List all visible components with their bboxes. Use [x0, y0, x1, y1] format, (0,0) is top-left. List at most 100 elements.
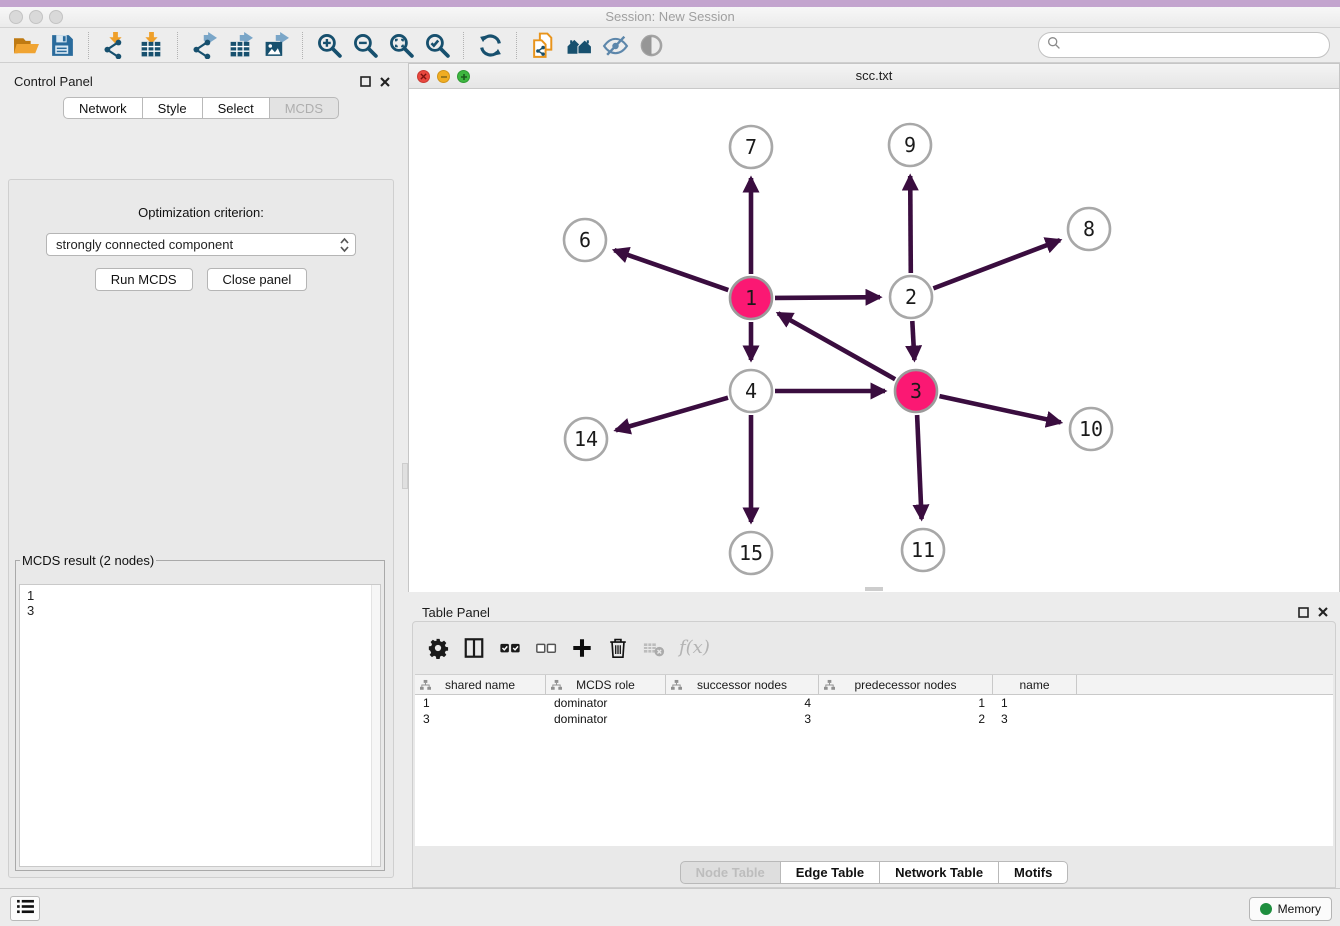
zoom-out-icon[interactable] [347, 30, 383, 60]
task-history-button[interactable] [10, 896, 40, 921]
column-header-shared-name[interactable]: shared name [415, 675, 546, 694]
split-panel-icon[interactable] [463, 637, 485, 659]
run-mcds-button[interactable]: Run MCDS [95, 268, 193, 291]
cell-successor-nodes[interactable]: 3 [666, 712, 819, 726]
network-edge-2-3[interactable] [912, 321, 914, 360]
network-node-3[interactable]: 3 [895, 370, 937, 412]
memory-button[interactable]: Memory [1249, 897, 1332, 921]
clone-network-icon[interactable] [525, 30, 561, 60]
import-table-icon[interactable] [133, 30, 169, 60]
control-tab-select[interactable]: Select [203, 97, 270, 119]
control-panel: Control Panel NetworkStyleSelectMCDS Opt… [0, 63, 402, 888]
criterion-dropdown-value: strongly connected component [56, 237, 233, 252]
network-node-6[interactable]: 6 [564, 219, 606, 261]
cell-name[interactable]: 1 [993, 696, 1077, 710]
search-icon [1047, 36, 1061, 55]
deselect-all-icon[interactable] [535, 637, 557, 659]
float-panel-icon[interactable] [360, 76, 371, 87]
node-table-rows: 1dominator4113dominator323 [415, 695, 1333, 727]
network-node-8[interactable]: 8 [1068, 208, 1110, 250]
criterion-dropdown[interactable]: strongly connected component [46, 233, 356, 256]
column-header-successor-nodes[interactable]: successor nodes [666, 675, 819, 694]
network-view-window: scc.txt 7 9 6 8 1 2 4 3 14 10 15 11 [408, 63, 1340, 592]
float-table-panel-icon[interactable] [1298, 607, 1309, 618]
table-tab-network-table[interactable]: Network Table [880, 861, 999, 884]
network-edge-1-6[interactable] [614, 250, 728, 290]
network-node-9[interactable]: 9 [889, 124, 931, 166]
select-all-icon[interactable] [499, 637, 521, 659]
export-table-icon[interactable] [222, 30, 258, 60]
toolbar-buttons [8, 30, 669, 60]
network-node-11[interactable]: 11 [902, 529, 944, 571]
delete-table-icon [643, 637, 665, 659]
svg-text:4: 4 [745, 379, 757, 403]
cell-name[interactable]: 3 [993, 712, 1077, 726]
network-node-15[interactable]: 15 [730, 532, 772, 574]
control-panel-header: Control Panel [0, 63, 402, 91]
network-node-7[interactable]: 7 [730, 126, 772, 168]
network-edge-3-11[interactable] [917, 415, 922, 519]
column-header-name[interactable]: name [993, 675, 1077, 694]
cell-mcds-role[interactable]: dominator [546, 696, 666, 710]
table-row[interactable]: 1dominator411 [415, 695, 1333, 711]
network-edge-3-1[interactable] [778, 313, 895, 379]
table-tab-motifs[interactable]: Motifs [999, 861, 1068, 884]
network-edge-1-2[interactable] [775, 297, 880, 298]
network-edge-3-10[interactable] [940, 396, 1061, 422]
network-node-14[interactable]: 14 [565, 418, 607, 460]
table-row[interactable]: 3dominator323 [415, 711, 1333, 727]
save-session-icon[interactable] [44, 30, 80, 60]
network-node-1[interactable]: 1 [730, 277, 772, 319]
svg-text:3: 3 [910, 379, 922, 403]
network-window-titlebar[interactable]: scc.txt [409, 64, 1339, 89]
cell-shared-name[interactable]: 1 [415, 696, 546, 710]
export-network-icon[interactable] [186, 30, 222, 60]
cell-mcds-role[interactable]: dominator [546, 712, 666, 726]
import-network-icon[interactable] [97, 30, 133, 60]
cell-successor-nodes[interactable]: 4 [666, 696, 819, 710]
svg-text:14: 14 [574, 427, 598, 451]
svg-text:10: 10 [1079, 417, 1103, 441]
canvas-horizontal-scrollbar[interactable] [865, 587, 883, 591]
cell-predecessor-nodes[interactable]: 1 [819, 696, 993, 710]
delete-row-icon[interactable] [607, 637, 629, 659]
function-builder-icon: f(x) [679, 637, 710, 658]
window-title: Session: New Session [0, 9, 1340, 24]
table-tab-edge-table[interactable]: Edge Table [781, 861, 880, 884]
open-folder-icon[interactable] [8, 30, 44, 60]
table-tab-node-table[interactable]: Node Table [680, 861, 781, 884]
network-overview-icon[interactable] [561, 30, 597, 60]
cell-shared-name[interactable]: 3 [415, 712, 546, 726]
network-node-4[interactable]: 4 [730, 370, 772, 412]
control-tab-style[interactable]: Style [143, 97, 203, 119]
add-row-icon[interactable] [571, 637, 593, 659]
control-panel-tabs: NetworkStyleSelectMCDS [0, 97, 402, 119]
control-tab-mcds[interactable]: MCDS [270, 97, 339, 119]
close-panel-button[interactable]: Close panel [207, 268, 308, 291]
column-header-predecessor-nodes[interactable]: predecessor nodes [819, 675, 993, 694]
control-tab-network[interactable]: Network [63, 97, 143, 119]
mcds-result-textarea[interactable]: 1 3 [19, 584, 381, 867]
network-node-10[interactable]: 10 [1070, 408, 1112, 450]
gear-icon[interactable] [427, 637, 449, 659]
network-edge-2-8[interactable] [933, 240, 1060, 288]
network-node-2[interactable]: 2 [890, 276, 932, 318]
network-canvas[interactable]: 7 9 6 8 1 2 4 3 14 10 15 11 [409, 89, 1339, 592]
refresh-icon[interactable] [472, 30, 508, 60]
cell-predecessor-nodes[interactable]: 2 [819, 712, 993, 726]
zoom-in-icon[interactable] [311, 30, 347, 60]
table-panel-title: Table Panel [422, 605, 490, 620]
close-table-panel-icon[interactable] [1318, 607, 1328, 617]
search-input[interactable] [1067, 38, 1321, 53]
zoom-selected-icon[interactable] [419, 30, 455, 60]
network-edge-4-14[interactable] [616, 398, 728, 431]
column-header-mcds-role[interactable]: MCDS role [546, 675, 666, 694]
zoom-fit-icon[interactable] [383, 30, 419, 60]
search-box[interactable] [1038, 32, 1330, 58]
close-panel-icon[interactable] [380, 77, 390, 87]
export-image-icon[interactable] [258, 30, 294, 60]
network-edge-2-9[interactable] [910, 176, 911, 273]
hide-graphics-details-icon[interactable] [597, 30, 633, 60]
result-scrollbar[interactable] [371, 585, 380, 866]
svg-text:7: 7 [745, 135, 757, 159]
